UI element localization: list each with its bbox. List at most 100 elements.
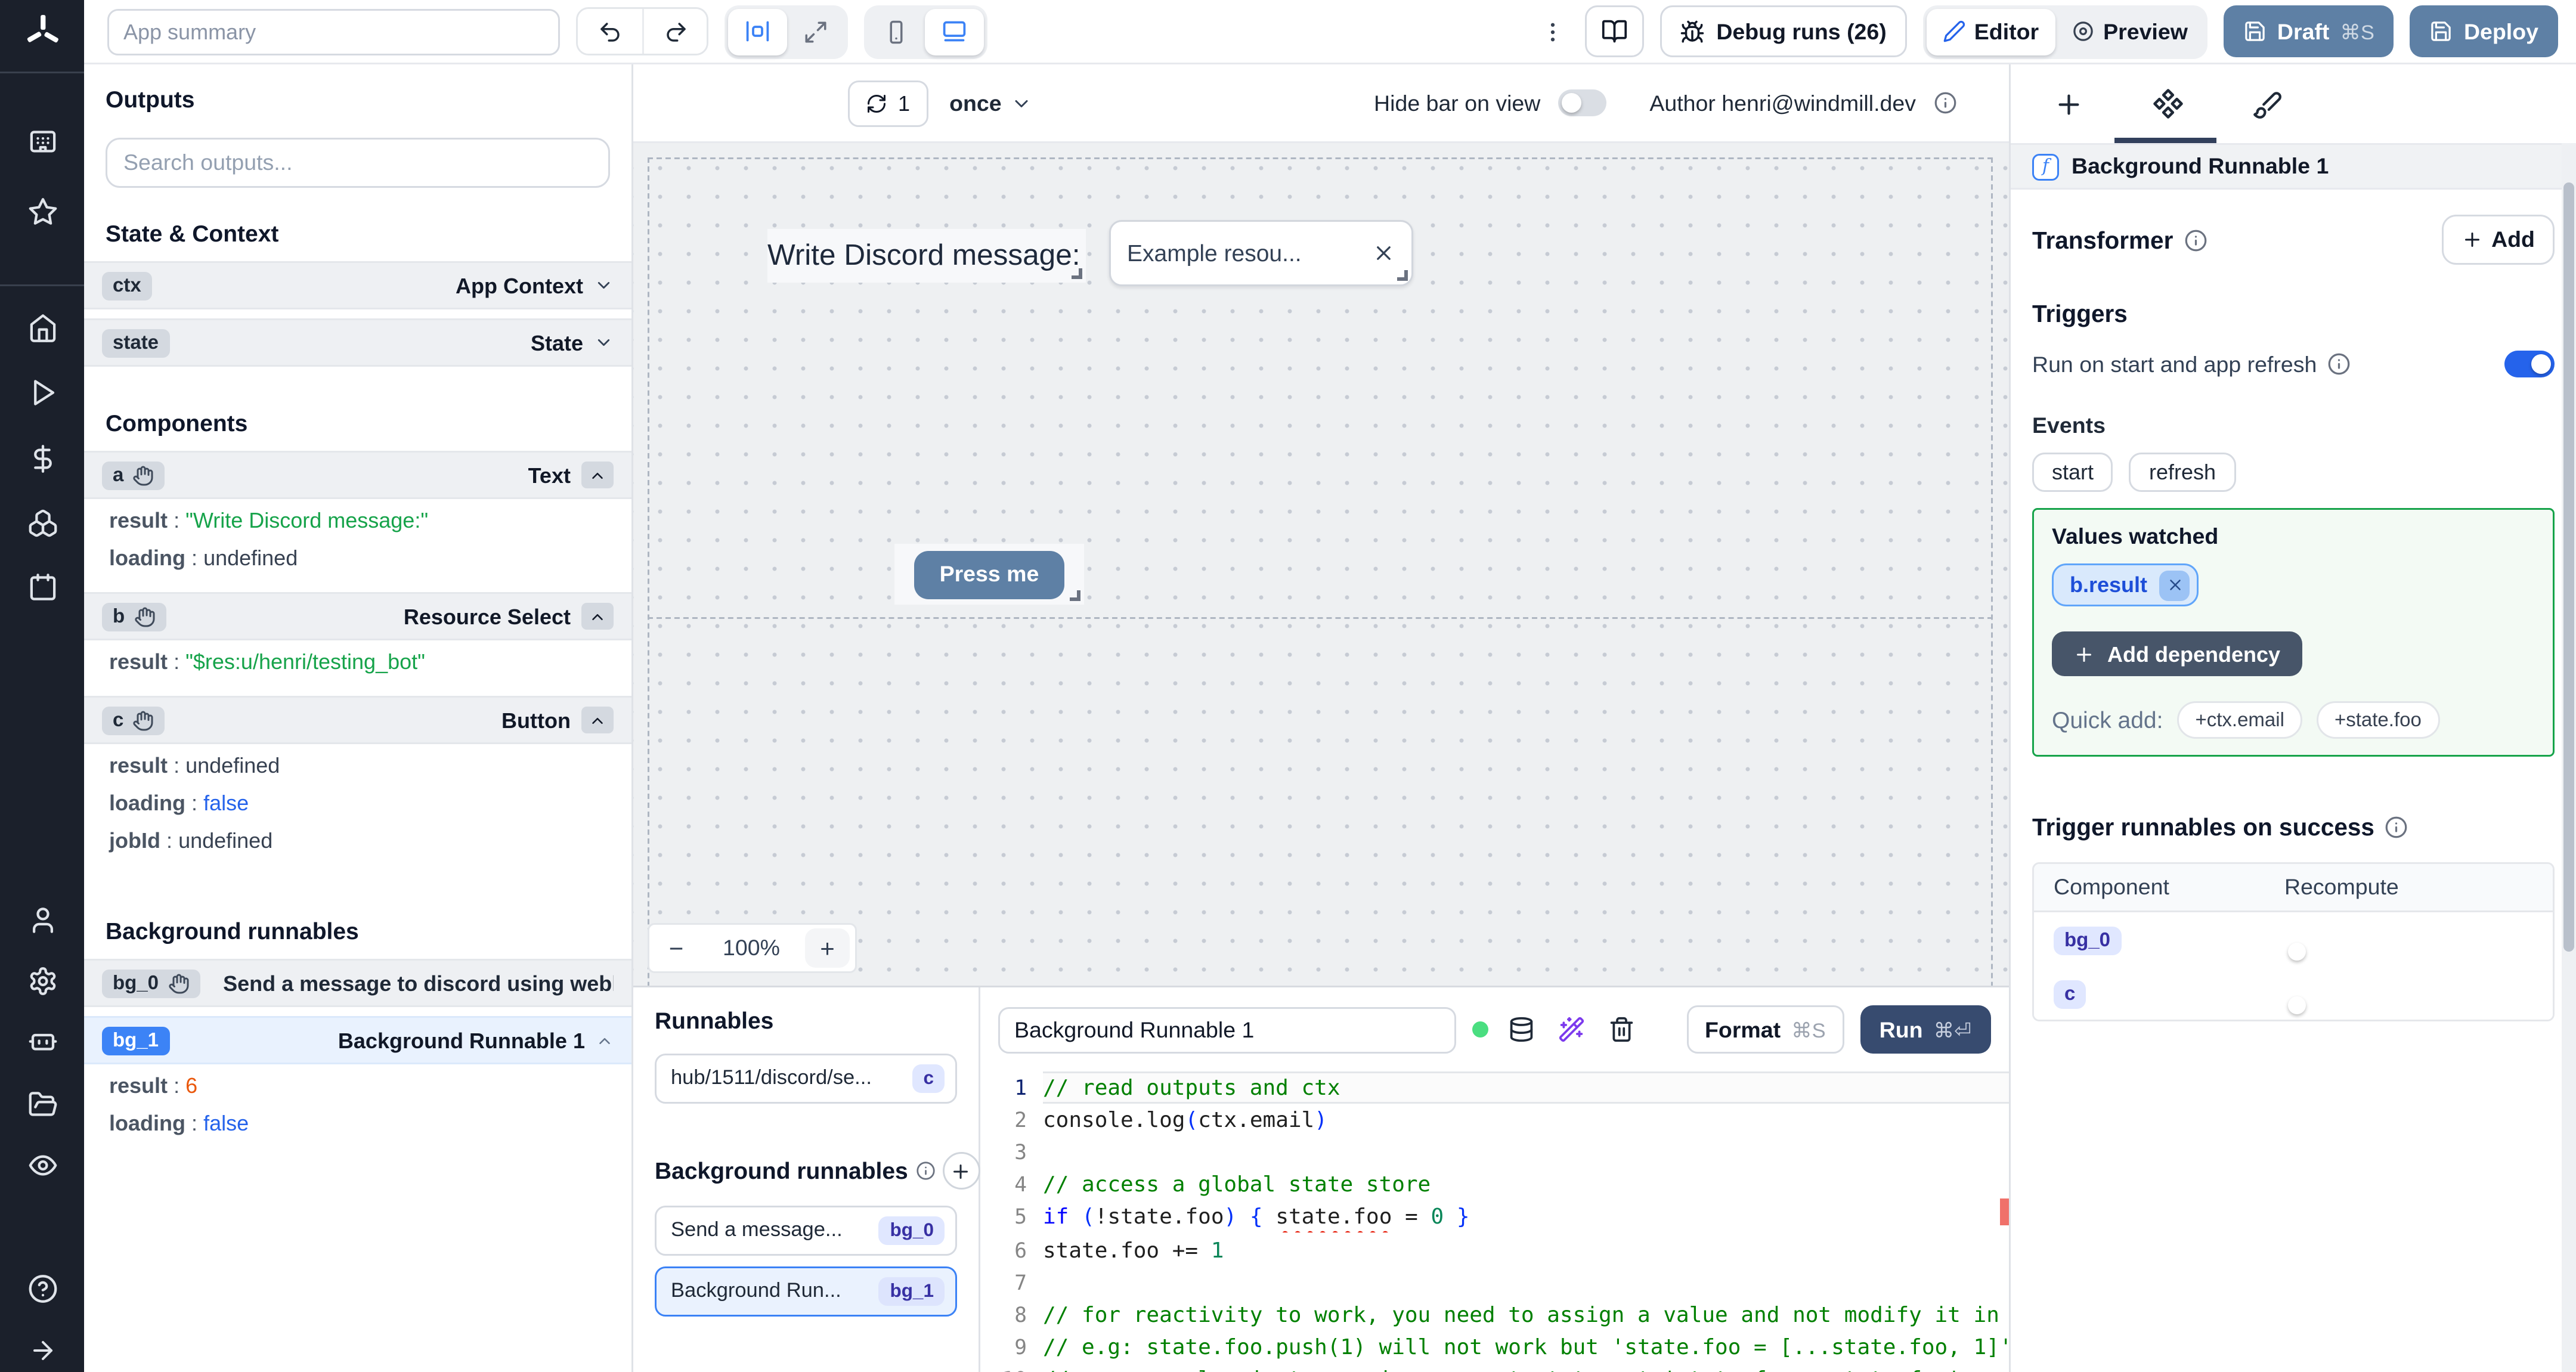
event-chip-start: start xyxy=(2032,453,2114,492)
clear-selection-icon[interactable] xyxy=(1372,241,1395,265)
runnable-item-hub[interactable]: hub/1511/discord/se... c xyxy=(655,1054,957,1104)
nav-sidebar xyxy=(0,0,84,1372)
row-bg0-badge: bg_0 xyxy=(2054,927,2122,955)
runs-play-icon[interactable] xyxy=(27,377,57,408)
runnable-settings-panel: f Background Runnable 1 Transformer Add … xyxy=(2009,64,2576,1372)
more-menu-button[interactable] xyxy=(1537,19,1569,44)
run-on-start-toggle[interactable] xyxy=(2504,351,2555,377)
expand-sidebar-arrow-icon[interactable] xyxy=(28,1336,57,1365)
mobile-view-button[interactable] xyxy=(868,8,925,55)
draft-button[interactable]: Draft ⌘S xyxy=(2223,5,2394,57)
schedules-calendar-icon[interactable] xyxy=(27,572,57,603)
component-row-c[interactable]: c Button xyxy=(84,696,631,744)
folders-icon[interactable] xyxy=(27,1089,57,1120)
output-row-state[interactable]: state State xyxy=(84,318,631,367)
right-panel-scrollbar[interactable] xyxy=(2562,143,2576,1372)
app-summary-input[interactable] xyxy=(107,8,560,55)
chevron-up-icon[interactable] xyxy=(581,603,614,630)
row-c-badge: c xyxy=(2054,980,2086,1009)
delete-trash-icon[interactable] xyxy=(1605,1012,1639,1046)
remove-watched-value-icon[interactable] xyxy=(2160,569,2191,600)
tab-editor[interactable]: Editor xyxy=(1925,8,2055,55)
hand-pointer-icon xyxy=(132,710,154,731)
tab-styling-brush-icon[interactable] xyxy=(2245,82,2290,126)
redo-button[interactable] xyxy=(642,9,707,54)
draft-label: Draft xyxy=(2277,18,2330,44)
debug-runs-button[interactable]: Debug runs (26) xyxy=(1661,5,1906,57)
undo-redo-group xyxy=(576,7,708,55)
apps-icon[interactable] xyxy=(27,127,57,157)
info-icon[interactable] xyxy=(2184,228,2207,252)
fullscreen-canvas-button[interactable] xyxy=(787,8,844,55)
canvas-align-group xyxy=(724,4,848,58)
docs-book-button[interactable] xyxy=(1586,5,1645,57)
tab-component-settings-icon[interactable] xyxy=(2145,80,2191,127)
resize-handle[interactable] xyxy=(1070,590,1080,601)
run-button[interactable]: Run ⌘⏎ xyxy=(1859,1005,1991,1054)
resources-boxes-icon[interactable] xyxy=(27,508,57,538)
bg1-badge: bg_1 xyxy=(102,1026,170,1055)
settings-gear-icon[interactable] xyxy=(27,966,57,996)
sidebar-divider xyxy=(0,284,84,286)
add-transformer-button[interactable]: Add xyxy=(2441,215,2555,265)
resource-select-component[interactable]: Example resou... xyxy=(1109,220,1413,286)
add-dependency-button[interactable]: Add dependency xyxy=(2052,631,2302,676)
deploy-button[interactable]: Deploy xyxy=(2410,5,2558,57)
help-icon[interactable] xyxy=(27,1274,57,1304)
tab-preview[interactable]: Preview xyxy=(2055,8,2204,55)
outputs-search-input[interactable] xyxy=(106,138,610,188)
info-icon[interactable] xyxy=(1934,91,1957,114)
desktop-view-button[interactable] xyxy=(925,8,984,55)
watched-value-label: b.result xyxy=(2070,572,2148,597)
refresh-mode-dropdown[interactable]: once xyxy=(949,91,1032,116)
center-canvas-button[interactable] xyxy=(728,8,787,55)
runnable-item-bg1-selected[interactable]: Background Run... bg_1 xyxy=(655,1266,957,1317)
ai-wand-icon[interactable] xyxy=(1555,1012,1589,1046)
tab-insert-plus-icon[interactable] xyxy=(2046,82,2091,126)
function-icon: f xyxy=(2032,153,2059,180)
format-button[interactable]: Format ⌘S xyxy=(1687,1005,1844,1054)
button-component: Press me xyxy=(894,544,1084,605)
quick-add-ctx-email-button[interactable]: +ctx.email xyxy=(2177,701,2302,739)
output-row-bg1-selected[interactable]: bg_1 Background Runnable 1 xyxy=(84,1016,631,1064)
resize-handle[interactable] xyxy=(1072,268,1082,279)
quick-add-state-foo-button[interactable]: +state.foo xyxy=(2316,701,2439,739)
zoom-in-button[interactable]: + xyxy=(805,928,850,968)
windmill-logo[interactable] xyxy=(23,13,62,52)
variables-dollar-icon[interactable] xyxy=(27,444,57,474)
code-lines[interactable]: 1// read outputs and ctx 2 console.log(ctx… xyxy=(980,1071,2009,1372)
app-canvas[interactable]: Write Discord message: Example resou... … xyxy=(633,143,2009,986)
add-background-runnable-button[interactable] xyxy=(942,1152,980,1190)
add-dependency-label: Add dependency xyxy=(2107,641,2281,667)
add-transformer-label: Add xyxy=(2491,227,2535,252)
refresh-app-button[interactable]: 1 xyxy=(848,79,928,126)
info-icon[interactable] xyxy=(2327,352,2351,376)
press-me-button[interactable]: Press me xyxy=(914,550,1064,599)
audit-eye-icon[interactable] xyxy=(27,1150,57,1181)
favorites-star-icon[interactable] xyxy=(27,197,57,227)
cache-database-icon[interactable] xyxy=(1504,1012,1538,1046)
runnable-name-input[interactable] xyxy=(998,1006,1456,1053)
zoom-out-button[interactable]: − xyxy=(649,925,703,971)
run-on-start-label: Run on start and app refresh xyxy=(2032,351,2317,377)
workers-robot-icon[interactable] xyxy=(27,1025,57,1055)
user-icon[interactable] xyxy=(27,905,57,936)
output-row-ctx[interactable]: ctx App Context xyxy=(84,261,631,309)
home-icon[interactable] xyxy=(27,313,57,343)
component-row-b[interactable]: b Resource Select xyxy=(84,592,631,640)
undo-button[interactable] xyxy=(578,9,642,54)
output-row-bg0[interactable]: bg_0 Send a message to discord using web… xyxy=(84,959,631,1007)
ctx-label: App Context xyxy=(456,272,583,298)
component-row-a[interactable]: a Text xyxy=(84,451,631,499)
chevron-up-icon[interactable] xyxy=(581,707,614,733)
values-watched-box: Values watched b.result Add dependency Q… xyxy=(2032,508,2555,757)
resize-handle[interactable] xyxy=(1397,270,1408,281)
zoom-level: 100% xyxy=(723,936,780,961)
hand-pointer-icon xyxy=(168,973,189,994)
runnable-item-bg0[interactable]: Send a message... bg_0 xyxy=(655,1206,957,1256)
hide-bar-toggle[interactable] xyxy=(1558,89,1607,116)
text-component[interactable]: Write Discord message: xyxy=(767,229,1086,283)
info-icon[interactable] xyxy=(2385,816,2408,839)
pencil-icon xyxy=(1942,20,1965,43)
transformer-row: Transformer Add xyxy=(2032,215,2555,265)
